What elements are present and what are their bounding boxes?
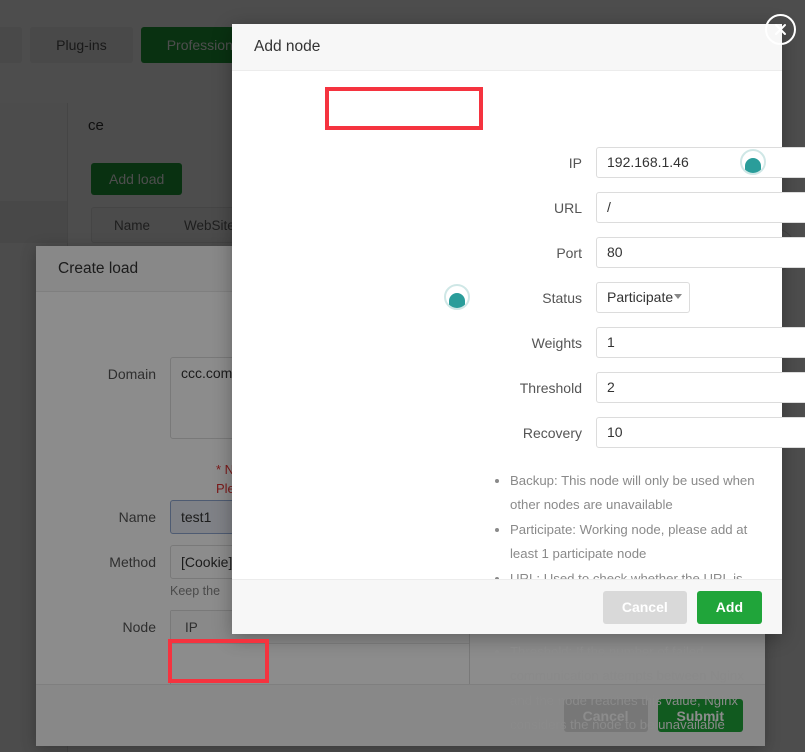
chevron-down-icon <box>674 294 682 299</box>
add-node-cancel-button[interactable]: Cancel <box>602 590 687 624</box>
threshold-input[interactable]: 2 <box>596 372 805 403</box>
list-item: Backup: This node will only be used when… <box>510 469 760 518</box>
url-row: URL / <box>232 192 805 223</box>
ip-input[interactable]: 192.168.1.46 <box>596 147 805 178</box>
add-node-title: Add node <box>254 38 321 55</box>
status-select[interactable]: Participate <box>596 282 690 313</box>
url-input[interactable]: / <box>596 192 805 223</box>
recovery-label: Recovery <box>522 424 582 441</box>
add-node-body: IP 192.168.1.46 URL / Port 80 Status Par… <box>232 71 805 732</box>
status-row: Status Participate <box>232 282 690 313</box>
recovery-row: Recovery 10 Sec <box>232 417 805 448</box>
add-node-dialog: Add node IP 192.168.1.46 URL / Port 80 S… <box>232 24 805 732</box>
status-select-value: Participate <box>607 289 674 305</box>
url-label: URL <box>553 199 582 216</box>
port-row: Port 80 <box>232 237 805 268</box>
add-node-footer: Cancel Add <box>232 579 782 634</box>
threshold-label: Threshold <box>519 379 582 396</box>
screenshot-root: ls Plug-ins Professional ce dBalance ori… <box>0 0 805 752</box>
list-item: Participate: Working node, please add at… <box>510 518 760 567</box>
close-icon[interactable] <box>765 14 796 45</box>
loading-spinner-icon <box>740 149 766 175</box>
recovery-input[interactable]: 10 <box>596 417 805 448</box>
threshold-row: Threshold 2 Times <box>232 372 805 403</box>
status-label: Status <box>542 289 582 306</box>
port-label: Port <box>556 244 582 261</box>
weights-input[interactable]: 1 <box>596 327 805 358</box>
port-input[interactable]: 80 <box>596 237 805 268</box>
add-node-confirm-button[interactable]: Add <box>696 590 762 624</box>
ip-row: IP 192.168.1.46 <box>232 147 805 178</box>
ip-label: IP <box>568 154 582 171</box>
add-node-header: Add node <box>232 24 782 71</box>
weights-label: Weights <box>531 334 582 351</box>
list-item: Threshold: If the number of failed commu… <box>510 640 760 738</box>
weights-row: Weights 1 <box>232 327 805 358</box>
loading-spinner-icon-status <box>444 284 470 310</box>
